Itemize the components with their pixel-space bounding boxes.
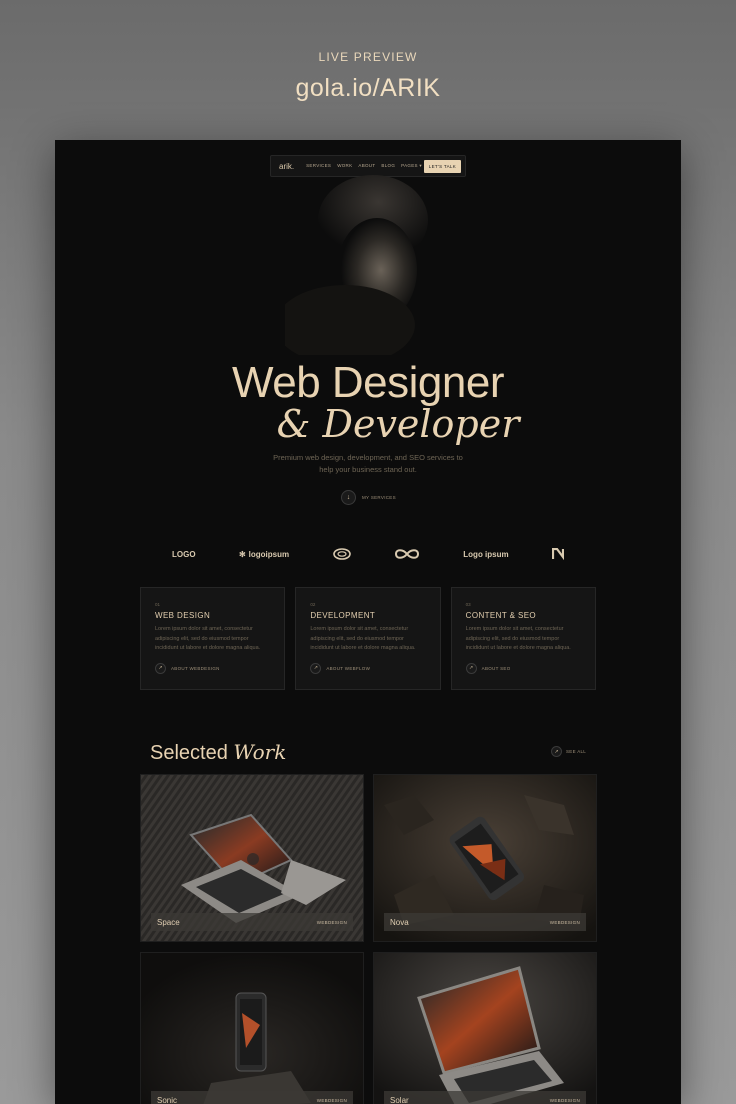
nav-link-work[interactable]: WORK <box>337 163 352 169</box>
card-text: Lorem ipsum dolor sit amet, consectetur … <box>155 626 261 651</box>
selected-work-heading: Selected Work <box>150 740 287 764</box>
card-text: Lorem ipsum dolor sit amet, consectetur … <box>310 626 416 651</box>
project-card-sonic[interactable]: Sonic WEBDESIGN <box>140 952 364 1104</box>
nav-link-services[interactable]: SERVICES <box>306 163 331 169</box>
arrow-down-icon: ↓ <box>341 490 356 505</box>
website-preview: arik. SERVICES WORK ABOUT BLOG PAGES ▾ L… <box>55 140 681 1104</box>
card-title: CONTENT & SEO <box>465 611 537 620</box>
card-title: WEB DESIGN <box>155 611 211 620</box>
client-logos: LOGO ✻ logoipsum Logo ipsum <box>172 548 564 560</box>
service-card-seo: 03 CONTENT & SEO Lorem ipsum dolor sit a… <box>450 587 596 690</box>
project-card-solar[interactable]: Solar WEBDESIGN <box>373 952 597 1104</box>
about-seo-link[interactable]: ↗ ABOUT SEO <box>465 662 581 674</box>
nav-link-pages[interactable]: PAGES ▾ <box>401 163 422 169</box>
arrow-up-right-icon: ↗ <box>155 662 166 674</box>
navbar: arik. SERVICES WORK ABOUT BLOG PAGES ▾ L… <box>270 155 466 177</box>
hero-title-line2: & Developer <box>276 402 520 446</box>
nav-logo[interactable]: arik. <box>279 162 294 171</box>
project-caption: Nova WEBDESIGN <box>384 913 586 931</box>
service-card-webdesign: 01 WEB DESIGN Lorem ipsum dolor sit amet… <box>140 587 286 690</box>
card-title: DEVELOPMENT <box>310 611 376 620</box>
see-all-button[interactable]: ↗ SEE ALL <box>551 746 586 757</box>
project-image-sonic <box>141 953 363 1104</box>
hero-portrait-image <box>285 175 428 355</box>
card-number: 01 <box>155 602 161 607</box>
card-number: 03 <box>465 602 471 607</box>
logoipsum-mark-icon: ✻ <box>238 549 246 559</box>
infinity-logo-icon <box>394 549 419 559</box>
my-services-button[interactable]: ↓ MY SERVICES <box>341 490 396 505</box>
logo-1: LOGO <box>172 549 196 559</box>
project-card-nova[interactable]: Nova WEBDESIGN <box>373 774 597 942</box>
preview-label: LIVE PREVIEW <box>318 50 418 64</box>
arrow-up-right-icon: ↗ <box>551 746 562 757</box>
logo-4 <box>394 548 420 560</box>
card-number: 02 <box>310 602 316 607</box>
services-section: 01 WEB DESIGN Lorem ipsum dolor sit amet… <box>140 587 596 690</box>
project-caption: Solar WEBDESIGN <box>384 1091 586 1104</box>
about-webdesign-link[interactable]: ↗ ABOUT WEBDESIGN <box>155 662 270 674</box>
logo-3 <box>332 548 351 560</box>
nav-link-about[interactable]: ABOUT <box>358 163 375 169</box>
hero-subtitle: Premium web design, development, and SEO… <box>273 453 463 474</box>
n-logo-icon <box>552 548 564 560</box>
ring-logo-icon <box>332 548 351 560</box>
my-services-label: MY SERVICES <box>362 495 396 500</box>
nav-link-blog[interactable]: BLOG <box>381 163 395 169</box>
preview-url[interactable]: gola.io/ARIK <box>0 74 736 103</box>
arrow-up-right-icon: ↗ <box>465 662 477 674</box>
nav-links: SERVICES WORK ABOUT BLOG PAGES ▾ <box>306 163 424 169</box>
hero-title-line1: Web Designer <box>232 358 505 407</box>
project-image-solar <box>374 953 596 1104</box>
logo-2: ✻ logoipsum <box>238 549 290 559</box>
project-card-space[interactable]: Space WEBDESIGN <box>140 774 364 942</box>
project-caption: Space WEBDESIGN <box>151 913 353 931</box>
card-text: Lorem ipsum dolor sit amet, consectetur … <box>465 626 571 651</box>
lets-talk-button[interactable]: LET'S TALK <box>423 159 461 173</box>
about-webflow-link[interactable]: ↗ ABOUT WEBFLOW <box>310 662 425 674</box>
project-caption: Sonic WEBDESIGN <box>151 1091 353 1104</box>
service-card-development: 02 DEVELOPMENT Lorem ipsum dolor sit ame… <box>295 587 441 690</box>
logo-6 <box>552 548 564 560</box>
arrow-up-right-icon: ↗ <box>310 662 322 674</box>
logo-5: Logo ipsum <box>463 549 509 559</box>
